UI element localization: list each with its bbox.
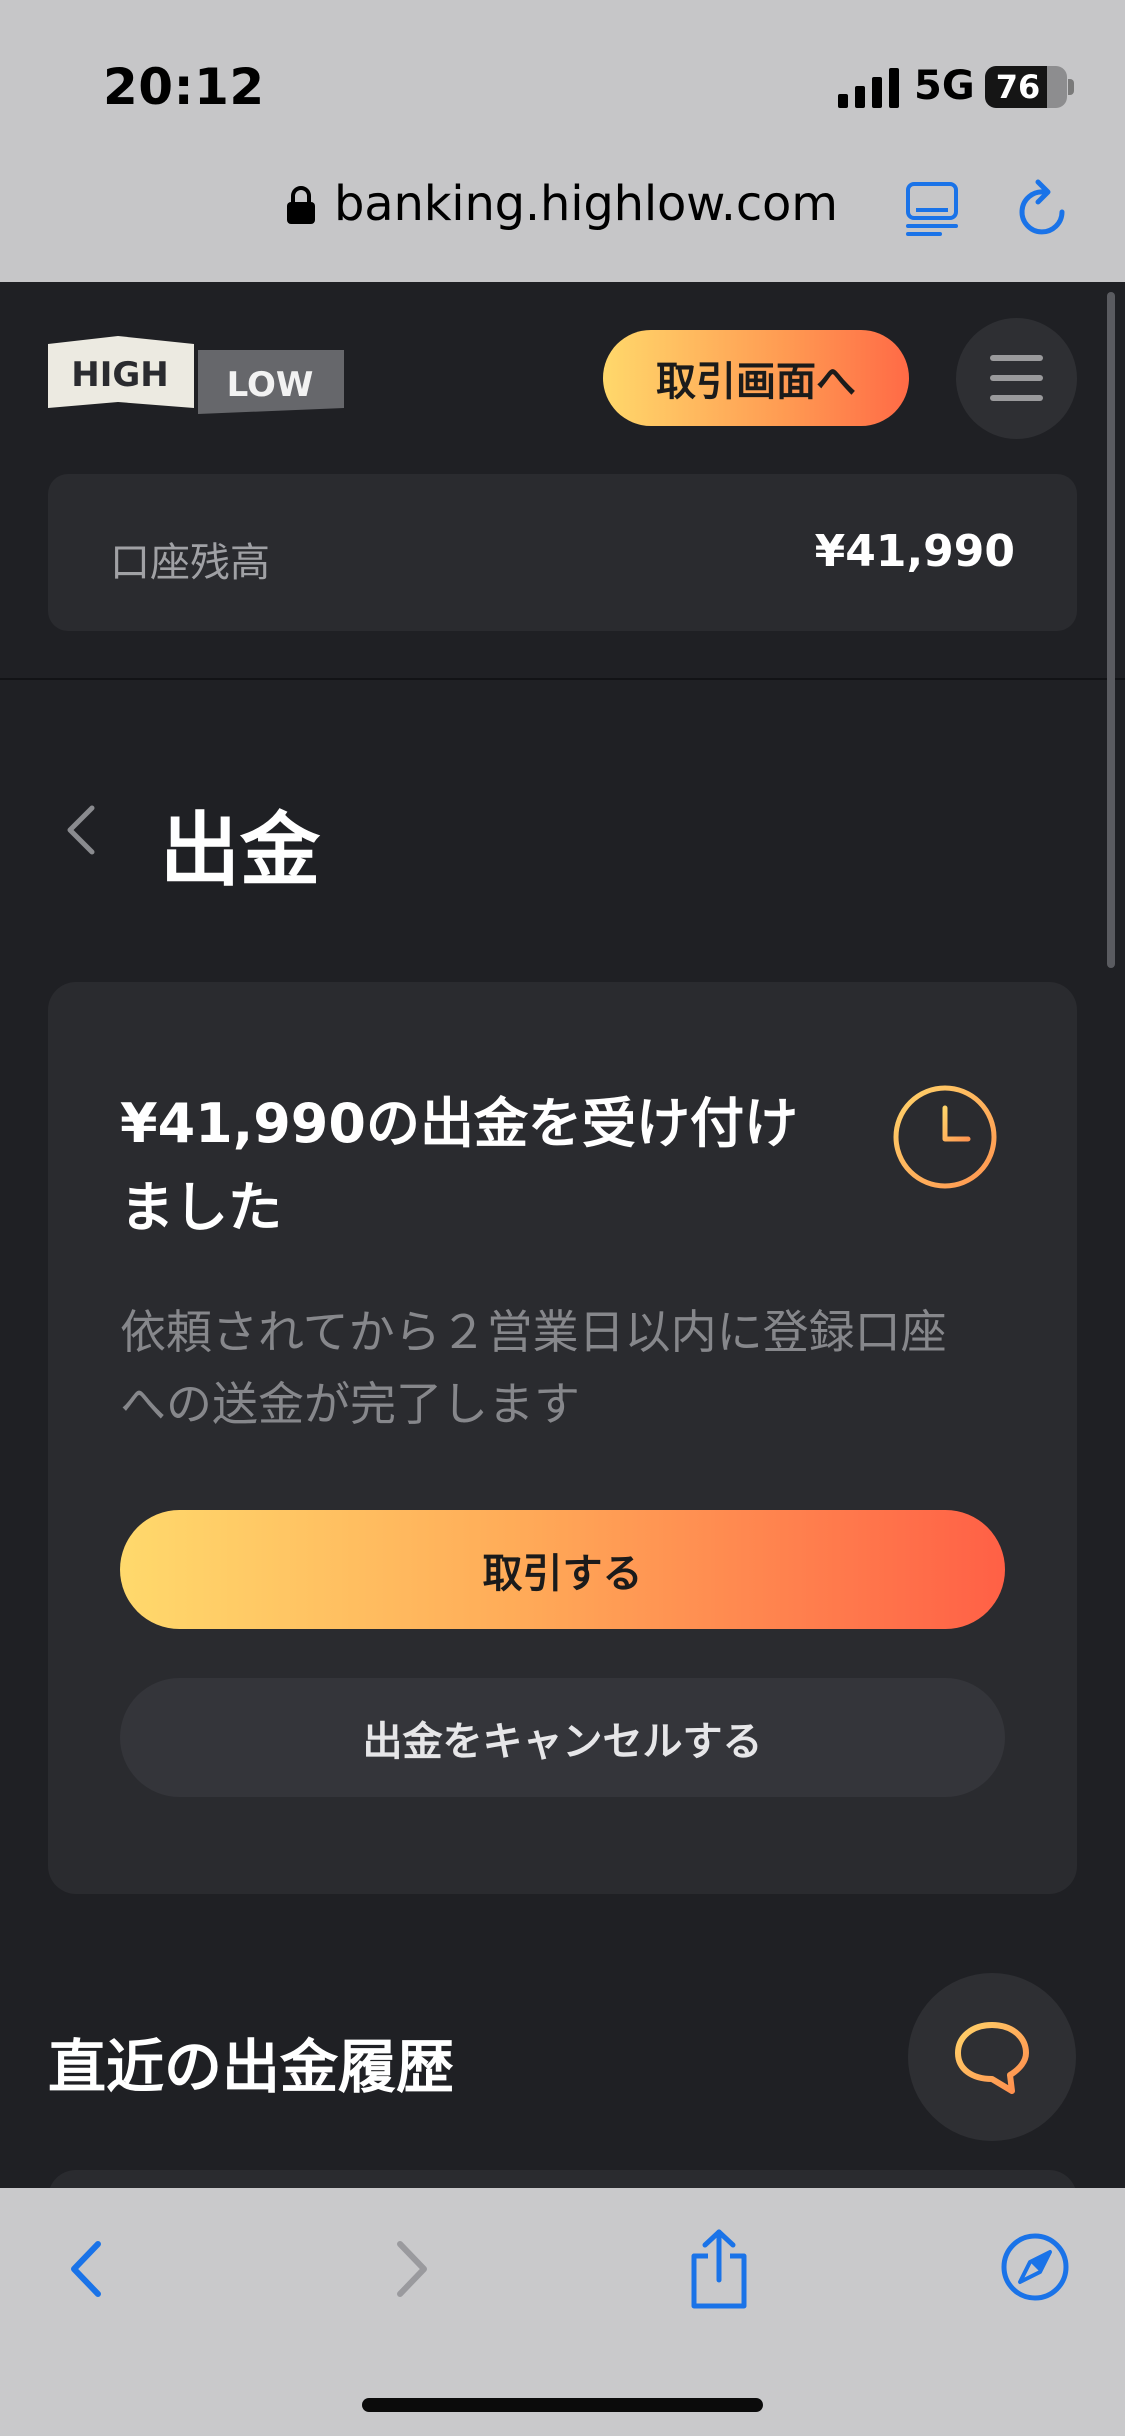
- toolbar-back-icon[interactable]: [66, 2238, 108, 2300]
- header-divider: [0, 678, 1125, 680]
- home-indicator[interactable]: [362, 2398, 763, 2412]
- highlow-logo[interactable]: HIGH LOW: [48, 336, 344, 416]
- cellular-signal-icon: [838, 68, 899, 108]
- recent-withdrawal-history-title: 直近の出金履歴: [48, 2033, 455, 2101]
- cancel-withdrawal-button[interactable]: 出金をキャンセルする: [120, 1678, 1005, 1797]
- clock-icon: [893, 1085, 997, 1189]
- network-type: 5G: [914, 63, 975, 109]
- hamburger-icon-line: [990, 375, 1043, 381]
- battery-tip: [1068, 79, 1074, 95]
- url-text[interactable]: banking.highlow.com: [334, 176, 838, 232]
- withdrawal-title-line2: ました: [120, 1176, 282, 1239]
- hamburger-icon-line: [990, 395, 1043, 401]
- withdrawal-title: ¥41,990の出金を受け付け ました: [120, 1082, 840, 1250]
- chat-button[interactable]: [908, 1973, 1076, 2141]
- withdrawal-description-line2: への送金が完了します: [120, 1377, 580, 1431]
- lock-icon: [287, 186, 315, 224]
- reader-icon[interactable]: [904, 180, 960, 236]
- back-chevron-icon[interactable]: [62, 800, 102, 860]
- trade-button[interactable]: 取引する: [120, 1510, 1005, 1629]
- share-icon[interactable]: [686, 2228, 752, 2310]
- browser-top-bar: [0, 0, 1125, 282]
- chat-icon: [955, 2022, 1029, 2094]
- toolbar-forward-icon[interactable]: [390, 2238, 432, 2300]
- trade-screen-button[interactable]: 取引画面へ: [603, 330, 909, 426]
- compass-icon[interactable]: [1000, 2232, 1070, 2302]
- battery-percent: 76: [995, 68, 1041, 106]
- withdrawal-title-line1: ¥41,990の出金を受け付け: [120, 1092, 798, 1155]
- logo-high-text: HIGH: [71, 355, 168, 395]
- page-scrollbar[interactable]: [1107, 292, 1115, 968]
- balance-value: ¥41,990: [814, 526, 1015, 577]
- reload-icon[interactable]: [1014, 178, 1072, 238]
- status-time: 20:12: [103, 58, 265, 116]
- logo-low-text: LOW: [227, 365, 314, 405]
- withdrawal-description-line1: 依頼されてから２営業日以内に登録口座: [120, 1305, 947, 1359]
- page-title: 出金: [160, 804, 320, 897]
- hamburger-icon: [990, 355, 1043, 361]
- withdrawal-description: 依頼されてから２営業日以内に登録口座 への送金が完了します: [120, 1296, 1000, 1440]
- balance-label: 口座残高: [110, 540, 270, 586]
